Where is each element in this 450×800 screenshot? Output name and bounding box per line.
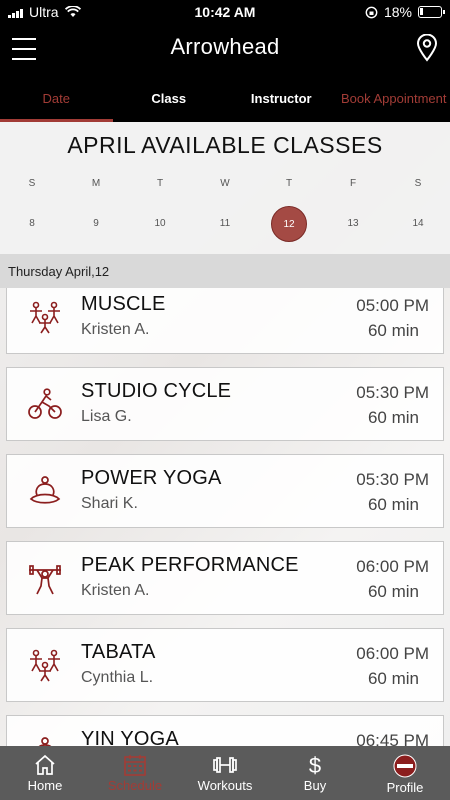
class-card[interactable]: PEAK PERFORMANCE Kristen A. 06:00 PM 60 … bbox=[6, 541, 444, 615]
class-list[interactable]: MUSCLE Kristen A. 05:00 PM 60 min STUDIO… bbox=[0, 288, 450, 746]
class-card[interactable]: YIN YOGA 06:45 PM bbox=[6, 715, 444, 746]
class-instructor: Kristen A. bbox=[81, 321, 150, 338]
location-title: Arrowhead bbox=[170, 34, 280, 59]
date-cell[interactable]: 9 bbox=[76, 206, 116, 242]
class-instructor: Shari K. bbox=[81, 495, 138, 512]
date-cell[interactable]: 8 bbox=[12, 206, 52, 242]
month-title: APRIL AVAILABLE CLASSES bbox=[67, 132, 383, 158]
class-time: 06:00 PM bbox=[356, 644, 429, 663]
weekday-label: M bbox=[91, 178, 101, 189]
svg-text:$: $ bbox=[309, 754, 321, 776]
day-header: Thursday April,12 bbox=[0, 254, 450, 288]
nav-label: Home bbox=[27, 778, 63, 793]
class-name: POWER YOGA bbox=[81, 467, 222, 489]
class-time: 06:00 PM bbox=[356, 557, 429, 576]
class-name: MUSCLE bbox=[81, 293, 166, 315]
nav-profile[interactable]: Profile bbox=[360, 746, 450, 800]
yoga-icon bbox=[29, 476, 61, 504]
tab-book-appointment[interactable]: Book Appointment bbox=[338, 76, 450, 122]
schedule-content[interactable]: APRIL AVAILABLE CLASSES S M T W T F S 8 … bbox=[0, 122, 450, 746]
date-cell[interactable]: 11 bbox=[205, 206, 245, 242]
class-time: 05:00 PM bbox=[356, 296, 429, 315]
class-name: TABATA bbox=[81, 641, 156, 663]
class-card[interactable]: TABATA Cynthia L. 06:00 PM 60 min bbox=[6, 628, 444, 702]
weekday-label: S bbox=[28, 178, 36, 189]
date-cell[interactable]: 10 bbox=[140, 206, 180, 242]
dollar-icon: $ bbox=[309, 754, 321, 776]
orientation-lock-icon bbox=[365, 6, 378, 18]
class-card[interactable]: MUSCLE Kristen A. 05:00 PM 60 min bbox=[6, 288, 444, 354]
class-duration: 60 min bbox=[367, 495, 419, 514]
yoga-icon bbox=[38, 737, 52, 746]
class-card[interactable]: STUDIO CYCLE Lisa G. 05:30 PM 60 min bbox=[6, 367, 444, 441]
class-time: 05:30 PM bbox=[356, 383, 429, 402]
weekday-label: S bbox=[414, 178, 422, 189]
class-name: YIN YOGA bbox=[81, 728, 179, 746]
tab-date[interactable]: Date bbox=[0, 76, 113, 122]
nav-workouts[interactable]: Workouts bbox=[180, 746, 270, 800]
weekday-label: T bbox=[285, 178, 293, 189]
weekday-label: F bbox=[349, 178, 357, 189]
app-header: Arrowhead bbox=[0, 24, 450, 76]
battery-percent: 18% bbox=[383, 4, 412, 20]
nav-label: Profile bbox=[386, 780, 424, 795]
class-name: PEAK PERFORMANCE bbox=[81, 554, 299, 576]
class-time: 06:45 PM bbox=[356, 731, 429, 746]
date-cell[interactable]: 14 bbox=[398, 206, 438, 242]
class-instructor: Cynthia L. bbox=[81, 669, 154, 686]
weightlifting-icon bbox=[29, 565, 61, 595]
weekday-label: W bbox=[220, 178, 230, 189]
class-card[interactable]: POWER YOGA Shari K. 05:30 PM 60 min bbox=[6, 454, 444, 528]
nav-label: Buy bbox=[303, 778, 327, 793]
tab-class[interactable]: Class bbox=[113, 76, 226, 122]
status-right: 18% bbox=[365, 4, 445, 20]
cycling-icon bbox=[28, 388, 62, 419]
status-bar: Ultra 10:42 AM 18% bbox=[0, 0, 450, 24]
nav-buy[interactable]: $ Buy bbox=[270, 746, 360, 800]
schedule-tabs: Date Class Instructor Book Appointment bbox=[0, 76, 450, 122]
battery-icon bbox=[418, 6, 445, 18]
map-pin-icon[interactable] bbox=[416, 34, 438, 62]
bottom-nav: Home Schedule Workouts $ Buy Profile bbox=[0, 746, 450, 800]
date-cell-selected[interactable]: 12 bbox=[271, 206, 307, 242]
group-fitness-icon bbox=[30, 301, 60, 334]
class-duration: 60 min bbox=[367, 321, 419, 340]
profile-avatar-icon bbox=[393, 754, 417, 778]
nav-home[interactable]: Home bbox=[0, 746, 90, 800]
class-time: 05:30 PM bbox=[356, 470, 429, 489]
class-name: STUDIO CYCLE bbox=[81, 380, 232, 402]
class-instructor: Lisa G. bbox=[81, 408, 132, 425]
calendar-icon bbox=[124, 755, 146, 776]
dumbbell-icon bbox=[213, 757, 237, 773]
class-instructor: Kristen A. bbox=[81, 582, 150, 599]
class-duration: 60 min bbox=[367, 669, 419, 688]
group-fitness-icon bbox=[30, 649, 60, 682]
tab-instructor[interactable]: Instructor bbox=[225, 76, 338, 122]
class-duration: 60 min bbox=[367, 582, 419, 601]
weekday-label: T bbox=[156, 178, 164, 189]
home-icon bbox=[35, 754, 55, 775]
class-duration: 60 min bbox=[367, 408, 419, 427]
nav-label: Schedule bbox=[107, 778, 163, 793]
nav-schedule[interactable]: Schedule bbox=[90, 746, 180, 800]
date-cell[interactable]: 13 bbox=[333, 206, 373, 242]
nav-label: Workouts bbox=[197, 778, 253, 793]
week-calendar: APRIL AVAILABLE CLASSES S M T W T F S 8 … bbox=[0, 122, 450, 254]
